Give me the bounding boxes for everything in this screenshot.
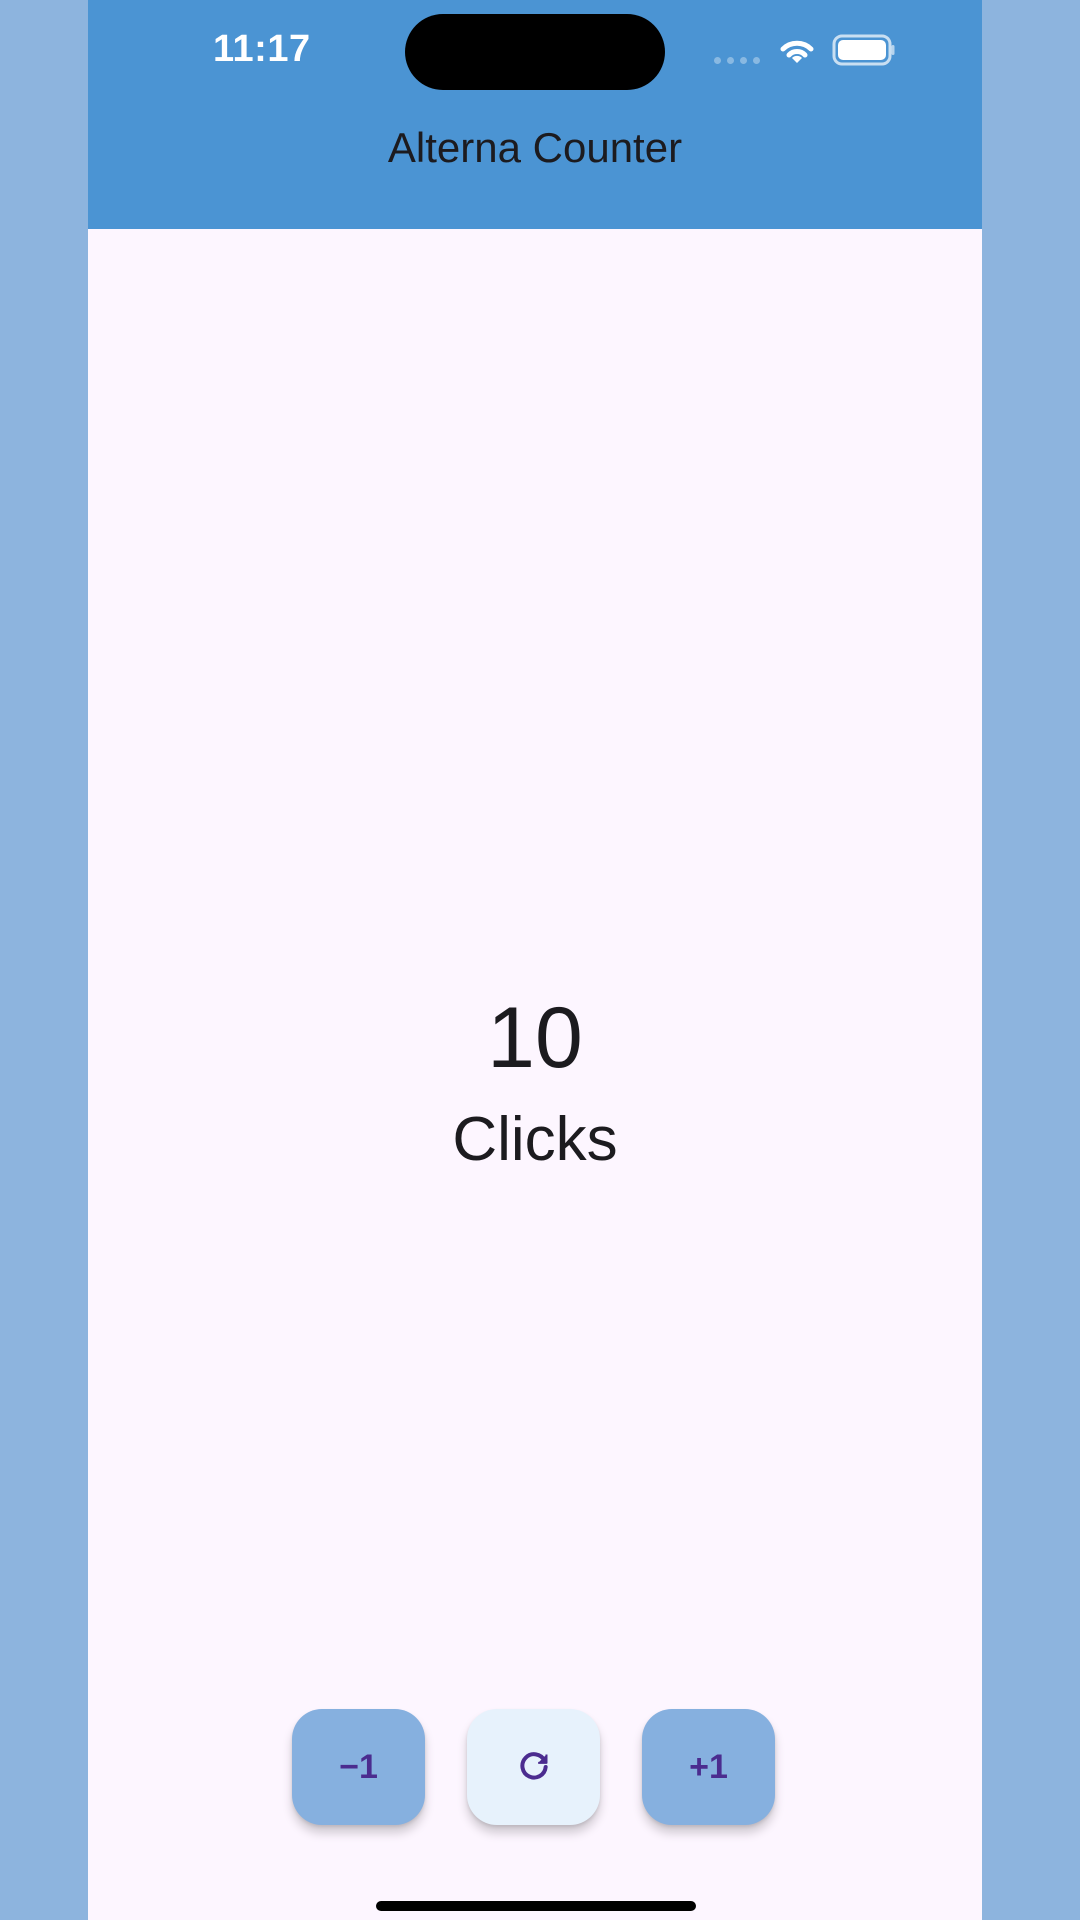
counter-label: Clicks	[452, 1105, 618, 1174]
screen: 11:17 Alterna Counter 10 Clicks −1 +1	[0, 0, 1080, 1920]
wifi-icon	[780, 40, 814, 63]
home-indicator[interactable]	[376, 1901, 696, 1911]
battery-icon	[832, 34, 895, 66]
counter-value: 10	[487, 990, 583, 1086]
refresh-icon	[519, 1752, 548, 1780]
signal-icon	[714, 57, 760, 65]
decrement-button[interactable]: −1	[292, 1709, 425, 1825]
decrement-label: −1	[339, 1747, 378, 1786]
app-screen: 11:17 Alterna Counter 10 Clicks −1 +1	[88, 0, 982, 1920]
status-time: 11:17	[213, 28, 311, 70]
dynamic-island	[405, 14, 665, 90]
app-header: 11:17 Alterna Counter	[88, 0, 982, 229]
increment-button[interactable]: +1	[642, 1709, 775, 1825]
reset-button[interactable]	[467, 1709, 600, 1825]
increment-label: +1	[689, 1747, 728, 1786]
status-icons	[714, 33, 904, 69]
app-title: Alterna Counter	[387, 124, 683, 171]
